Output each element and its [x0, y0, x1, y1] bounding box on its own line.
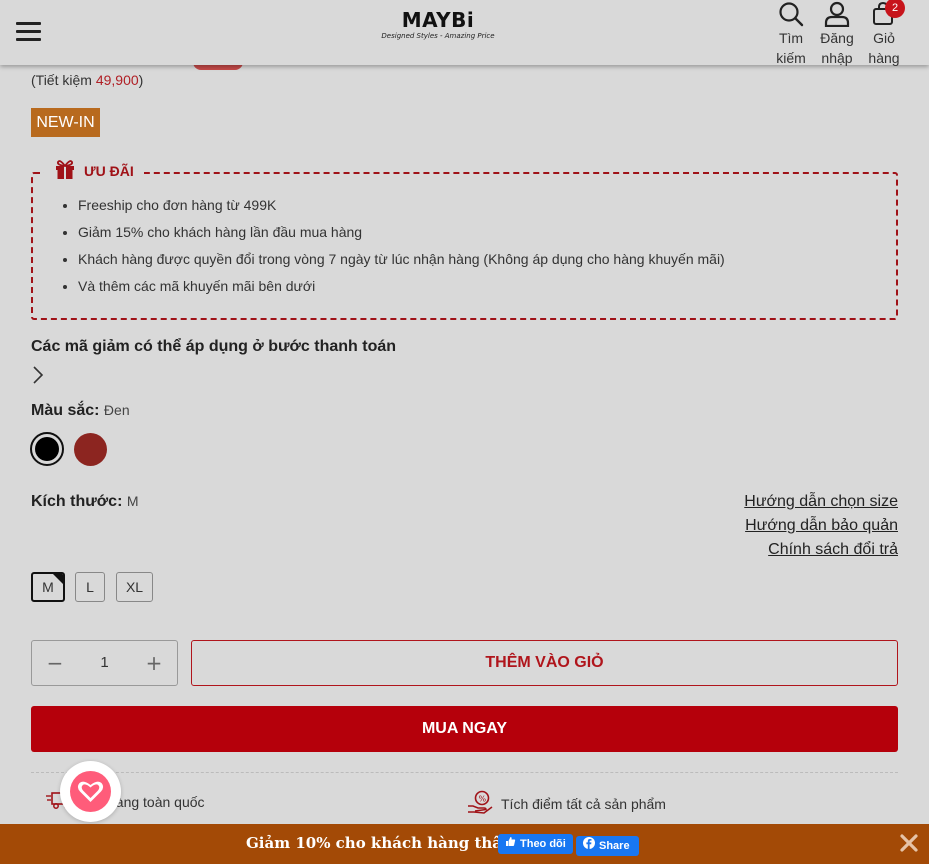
size-selected-value: M	[126, 493, 139, 509]
close-icon[interactable]	[898, 832, 920, 854]
login-label-1: Đăng	[820, 30, 854, 46]
size-label: Kích thước: M	[31, 493, 139, 511]
user-icon	[817, 0, 857, 28]
savings-suffix: )	[138, 72, 144, 88]
svg-text:%: %	[479, 795, 487, 804]
cart-count-badge: 2	[885, 0, 905, 18]
color-swatch-red[interactable]	[74, 433, 107, 466]
site-logo[interactable]: MAYBi Designed Styles - Amazing Price	[372, 8, 504, 41]
facebook-share-button[interactable]: Share	[576, 836, 639, 856]
qty-increase-button[interactable]: +	[131, 641, 177, 685]
thumbs-up-icon	[505, 834, 516, 854]
size-option-xl[interactable]: XL	[116, 572, 153, 602]
share-label: Share	[599, 840, 630, 852]
search-icon	[773, 0, 809, 28]
benefit-shipping-text: hàng toàn quốc	[108, 793, 205, 810]
discount-hand-icon: %	[467, 790, 493, 817]
cart-icon: 2	[866, 0, 905, 28]
login-label-2: nhập	[821, 50, 853, 66]
return-policy-link[interactable]: Chính sách đổi trả	[768, 541, 898, 559]
chevron-right-icon[interactable]	[31, 366, 45, 388]
benefit-points-text: Tích điểm tất cả sản phẩm	[501, 795, 666, 812]
search-label-1: Tìm	[778, 30, 804, 46]
promo-title: ƯU ĐÃI	[84, 163, 134, 179]
savings-amount: 49,900	[95, 72, 139, 88]
color-label-text: Màu sắc:	[31, 402, 100, 419]
promo-item: Và thêm các mã khuyến mãi bên dưới	[78, 277, 725, 304]
color-swatch-black[interactable]	[30, 432, 64, 466]
gift-icon	[54, 158, 76, 184]
color-label: Màu sắc: Đen	[31, 402, 130, 420]
qty-value[interactable]: 1	[78, 641, 131, 685]
care-guide-link[interactable]: Hướng dẫn bảo quản	[745, 517, 898, 535]
facebook-icon	[583, 836, 595, 856]
color-selected-value: Đen	[103, 402, 130, 418]
benefit-points: % Tích điểm tất cả sản phẩm	[467, 790, 666, 817]
menu-icon[interactable]	[16, 22, 41, 42]
savings-prefix: (Tiết kiệm	[31, 72, 96, 88]
search-button[interactable]: Tìm kiếm	[773, 0, 809, 68]
logo-tagline: Designed Styles - Amazing Price	[381, 32, 495, 40]
buy-now-button[interactable]: MUA NGAY	[31, 706, 898, 752]
divider	[31, 772, 898, 773]
facebook-follow-button[interactable]: Theo dõi	[498, 834, 573, 854]
savings-text: (Tiết kiệm 49,900)	[31, 72, 143, 88]
site-header: MAYBi Designed Styles - Amazing Price Tì…	[0, 0, 929, 68]
search-label-2: kiếm	[776, 50, 806, 66]
promo-item: Freeship cho đơn hàng từ 499K	[78, 196, 725, 223]
size-guide-link[interactable]: Hướng dẫn chọn size	[744, 493, 898, 511]
size-label-text: Kích thước:	[31, 493, 123, 510]
cart-label-1: Giỏ	[873, 30, 895, 46]
promo-list: Freeship cho đơn hàng từ 499K Giảm 15% c…	[78, 196, 725, 304]
quantity-stepper: − 1 +	[31, 640, 178, 686]
logo-text: MAYBi	[401, 8, 475, 32]
coupon-title: Các mã giảm có thể áp dụng ở bước thanh …	[31, 338, 397, 355]
promo-header: ƯU ĐÃI	[44, 158, 144, 184]
cart-button[interactable]: 2 Giỏ hàng	[866, 0, 905, 68]
promo-item: Khách hàng được quyền đổi trong vòng 7 n…	[78, 250, 725, 277]
add-to-cart-button[interactable]: THÊM VÀO GIỎ	[191, 640, 898, 686]
follow-label: Theo dõi	[520, 838, 566, 850]
cart-label-2: hàng	[868, 50, 900, 66]
qty-decrease-button[interactable]: −	[32, 641, 78, 685]
heart-icon	[70, 771, 111, 812]
new-in-tag: NEW-IN	[31, 108, 100, 137]
size-option-l[interactable]: L	[75, 572, 105, 602]
size-option-m[interactable]: M	[31, 572, 65, 602]
favorite-button[interactable]	[60, 761, 121, 822]
promo-item: Giảm 15% cho khách hàng lần đầu mua hàng	[78, 223, 725, 250]
login-button[interactable]: Đăng nhập	[817, 0, 857, 68]
